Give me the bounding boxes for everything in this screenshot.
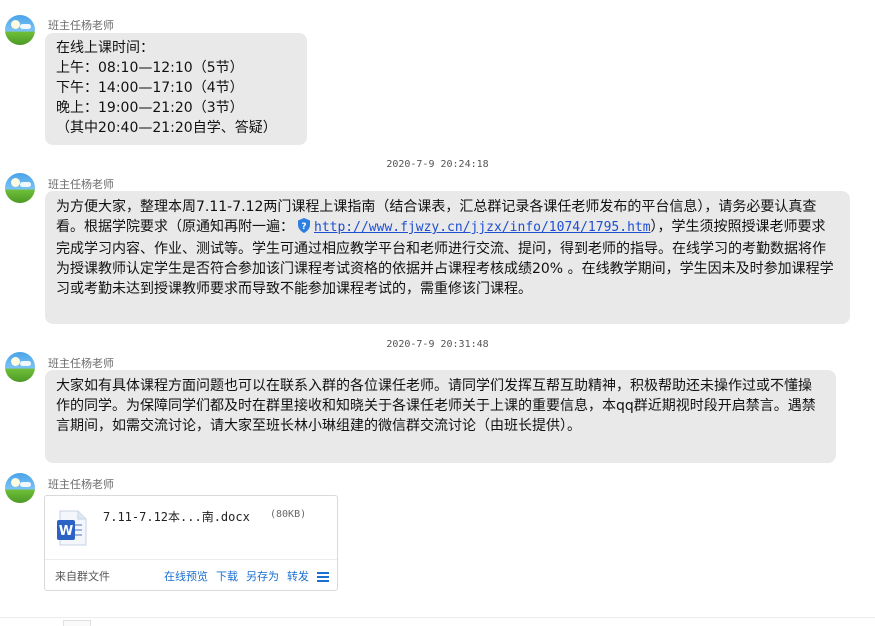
shield-icon: ? [297, 218, 311, 239]
notice-link[interactable]: http://www.fjwzy.cn/jjzx/info/1074/1795.… [314, 220, 651, 235]
svg-text:W: W [59, 524, 73, 539]
message-text: 为方便大家，整理本周7.11-7.12两门课程上课指南（结合课表，汇总群记录各课… [56, 199, 834, 297]
message-bubble[interactable]: 大家如有具体课程方面问题也可以在联系入群的各位课任老师。请同学们发挥互帮互助精神… [45, 370, 836, 463]
file-actions: 在线预览 下载 另存为 转发 [156, 568, 329, 585]
sender-name: 班主任杨老师 [48, 357, 114, 370]
message-line: 在线上课时间： [56, 40, 154, 56]
message-bubble[interactable]: 在线上课时间： 上午：08:10—12:10（5节） 下午：14:00—17:1… [45, 33, 307, 145]
file-source: 来自群文件 [55, 570, 110, 583]
sender-avatar[interactable] [5, 473, 35, 503]
message-line: 上午：08:10—12:10（5节） [56, 60, 244, 76]
message-timestamp: 2020-7-9 20:24:18 [386, 159, 489, 170]
word-doc-icon: W [56, 510, 90, 546]
file-size: (80KB) [270, 509, 307, 520]
message-bubble[interactable]: 为方便大家，整理本周7.11-7.12两门课程上课指南（结合课表，汇总群记录各课… [45, 191, 850, 324]
sender-name: 班主任杨老师 [48, 19, 114, 32]
message-line: 晚上：19:00—21:20（3节） [56, 100, 244, 116]
file-name[interactable]: 7.11-7.12本...南.docx [103, 508, 250, 525]
sender-name: 班主任杨老师 [48, 478, 114, 491]
menu-icon[interactable] [317, 571, 329, 585]
message-line: （其中20:40—21:20自学、答疑） [56, 120, 277, 136]
sender-avatar[interactable] [5, 173, 35, 203]
svg-text:?: ? [301, 222, 306, 232]
sender-name: 班主任杨老师 [48, 178, 114, 191]
file-card[interactable]: W 7.11-7.12本...南.docx (80KB) 来自群文件 在线预览下… [44, 495, 338, 591]
message-line: 下午：14:00—17:10（4节） [56, 80, 244, 96]
save-as-button[interactable]: 另存为 [246, 570, 279, 583]
message-text: 大家如有具体课程方面问题也可以在联系入群的各位课任老师。请同学们发挥互帮互助精神… [56, 378, 816, 434]
download-button[interactable]: 下载 [216, 570, 238, 583]
file-card-divider [45, 559, 337, 560]
preview-online-button[interactable]: 在线预览 [164, 570, 208, 583]
sender-avatar[interactable] [5, 15, 35, 45]
input-area-divider [0, 617, 875, 618]
sender-avatar[interactable] [5, 352, 35, 382]
input-toolbar-tab[interactable] [63, 620, 91, 626]
forward-button[interactable]: 转发 [287, 570, 309, 583]
message-timestamp: 2020-7-9 20:31:48 [386, 339, 489, 350]
